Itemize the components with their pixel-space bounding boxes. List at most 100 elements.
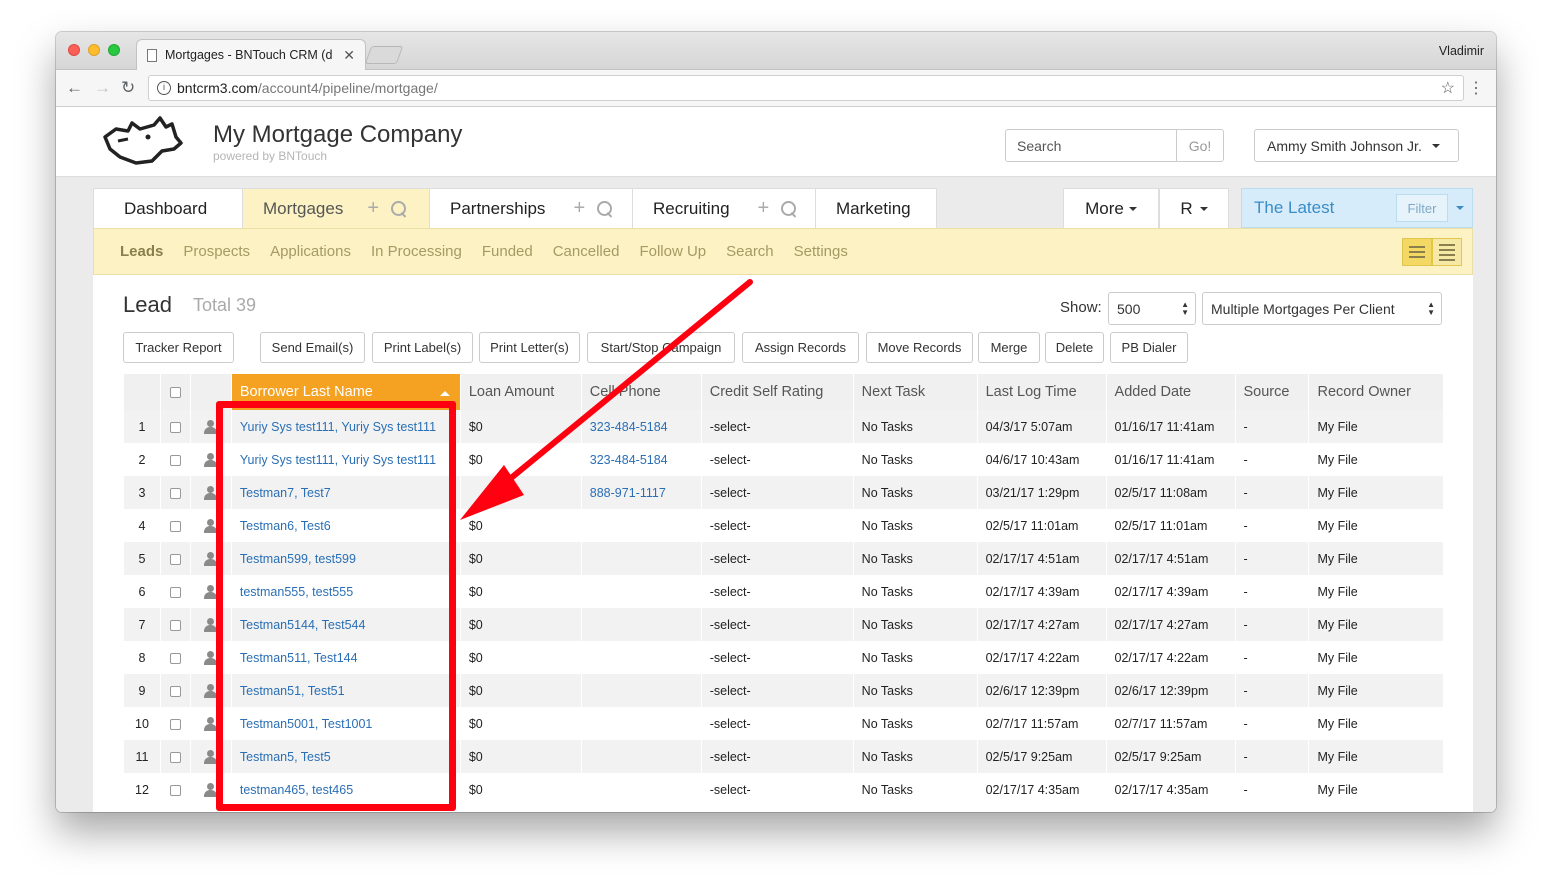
credit-self-rating-cell[interactable]: -select- (700, 641, 854, 674)
search-icon[interactable] (781, 200, 797, 217)
pb-dialer-button[interactable]: PB Dialer (1110, 332, 1188, 363)
tracker-report-button[interactable]: Tracker Report (123, 332, 234, 363)
merge-button[interactable]: Merge (978, 332, 1040, 363)
more-menu-button[interactable]: More (1063, 188, 1159, 228)
close-icon[interactable]: ✕ (343, 47, 355, 64)
phone-link[interactable]: 323-484-5184 (590, 453, 668, 467)
checkbox-icon[interactable] (169, 751, 181, 763)
cell-phone-cell[interactable] (580, 707, 702, 740)
subnav-leads[interactable]: Leads (120, 243, 163, 260)
tab-recruiting[interactable]: Recruiting + (632, 188, 816, 228)
credit-self-rating-cell[interactable]: -select- (700, 410, 854, 443)
row-checkbox[interactable] (159, 410, 191, 443)
cell-phone-cell[interactable] (580, 641, 702, 674)
detail-view-icon[interactable] (1402, 238, 1432, 266)
credit-self-rating-cell[interactable]: -select- (700, 674, 854, 707)
row-checkbox[interactable] (159, 443, 191, 476)
tab-partnerships[interactable]: Partnerships + (429, 188, 633, 228)
credit-self-rating-cell[interactable]: -select- (700, 509, 854, 542)
start-stop-campaign-button[interactable]: Start/Stop Campaign (587, 332, 735, 363)
column-header-record-owner[interactable]: Record Owner (1308, 374, 1443, 410)
checkbox-icon[interactable] (169, 454, 181, 466)
menu-dots-icon[interactable]: ⋮ (1468, 78, 1484, 98)
subnav-in-processing[interactable]: In Processing (371, 243, 462, 260)
window-minimize-control[interactable] (88, 44, 100, 56)
column-header-credit-self-rating[interactable]: Credit Self Rating (700, 374, 854, 410)
subnav-cancelled[interactable]: Cancelled (553, 243, 620, 260)
cell-phone-cell[interactable] (580, 542, 702, 575)
rhino-logo-icon[interactable] (102, 115, 184, 172)
credit-self-rating-cell[interactable]: -select- (700, 443, 854, 476)
column-header-added-date[interactable]: Added Date (1105, 374, 1235, 410)
checkbox-icon[interactable] (169, 421, 181, 433)
row-checkbox[interactable] (159, 542, 191, 575)
window-close-control[interactable] (68, 44, 80, 56)
subnav-applications[interactable]: Applications (270, 243, 351, 260)
checkbox-icon[interactable] (169, 652, 181, 664)
checkbox-icon[interactable] (169, 619, 181, 631)
user-menu-dropdown[interactable]: Ammy Smith Johnson Jr. (1254, 129, 1459, 162)
cell-phone-cell[interactable]: 323-484-5184 (580, 443, 702, 476)
search-go-button[interactable]: Go! (1176, 129, 1224, 162)
credit-self-rating-cell[interactable]: -select- (700, 707, 854, 740)
tab-mortgages[interactable]: Mortgages + (242, 188, 430, 228)
checkbox-icon[interactable] (169, 586, 181, 598)
caret-down-icon[interactable] (1448, 206, 1472, 210)
checkbox-icon[interactable] (169, 685, 181, 697)
move-records-button[interactable]: Move Records (866, 332, 973, 363)
row-checkbox[interactable] (159, 476, 191, 509)
r-menu-button[interactable]: R (1159, 188, 1229, 228)
assign-records-button[interactable]: Assign Records (742, 332, 859, 363)
checkbox-icon[interactable] (169, 520, 181, 532)
column-header-next-task[interactable]: Next Task (852, 374, 978, 410)
print-labels-button[interactable]: Print Label(s) (372, 332, 473, 363)
cell-phone-cell[interactable]: 323-484-5184 (580, 410, 702, 443)
global-search-input[interactable]: Search (1005, 129, 1177, 162)
row-checkbox[interactable] (159, 707, 191, 740)
phone-link[interactable]: 323-484-5184 (590, 420, 668, 434)
tab-dashboard[interactable]: Dashboard (93, 188, 243, 228)
credit-self-rating-cell[interactable]: -select- (700, 476, 854, 509)
cell-phone-cell[interactable] (580, 740, 702, 773)
cell-phone-cell[interactable] (580, 674, 702, 707)
info-icon[interactable]: i (157, 81, 171, 95)
subnav-prospects[interactable]: Prospects (183, 243, 250, 260)
column-header-loan-amount[interactable]: Loan Amount (459, 374, 582, 410)
reload-icon[interactable]: ↻ (121, 78, 135, 98)
send-emails-button[interactable]: Send Email(s) (260, 332, 365, 363)
delete-button[interactable]: Delete (1045, 332, 1104, 363)
back-arrow-icon[interactable]: ← (66, 78, 83, 98)
row-checkbox[interactable] (159, 575, 191, 608)
cell-phone-cell[interactable] (580, 509, 702, 542)
column-header-cell-phone[interactable]: Cell Phone (580, 374, 702, 410)
address-bar[interactable]: i bntcrm3.com/account4/pipeline/mortgage… (148, 75, 1464, 101)
search-icon[interactable] (597, 200, 613, 217)
row-checkbox[interactable] (159, 740, 191, 773)
checkbox-icon[interactable] (169, 784, 181, 796)
plus-icon[interactable]: + (573, 197, 585, 220)
credit-self-rating-cell[interactable]: -select- (700, 608, 854, 641)
row-checkbox[interactable] (159, 773, 191, 806)
forward-arrow-icon[interactable]: → (94, 78, 111, 98)
phone-link[interactable]: 888-971-1117 (590, 486, 666, 500)
cell-phone-cell[interactable] (580, 608, 702, 641)
plus-icon[interactable]: + (758, 197, 770, 220)
checkbox-icon[interactable] (169, 553, 181, 565)
subnav-search[interactable]: Search (726, 243, 774, 260)
row-checkbox[interactable] (159, 509, 191, 542)
row-checkbox[interactable] (159, 641, 191, 674)
cell-phone-cell[interactable]: 888-971-1117 (580, 476, 702, 509)
subnav-funded[interactable]: Funded (482, 243, 533, 260)
filter-button[interactable]: Filter (1396, 194, 1448, 222)
new-tab-button[interactable] (364, 46, 404, 64)
mortgage-mode-select[interactable]: Multiple Mortgages Per Client ▲ ▼ (1202, 292, 1442, 325)
print-letters-button[interactable]: Print Letter(s) (479, 332, 580, 363)
column-header-source[interactable]: Source (1234, 374, 1309, 410)
the-latest-panel[interactable]: The Latest Filter (1241, 188, 1473, 228)
tab-marketing[interactable]: Marketing (815, 188, 937, 228)
browser-tab-active[interactable]: Mortgages - BNTouch CRM (d ✕ (136, 39, 366, 70)
credit-self-rating-cell[interactable]: -select- (700, 575, 854, 608)
select-all-checkbox[interactable] (159, 374, 191, 410)
star-icon[interactable]: ☆ (1441, 78, 1455, 98)
window-zoom-control[interactable] (108, 44, 120, 56)
